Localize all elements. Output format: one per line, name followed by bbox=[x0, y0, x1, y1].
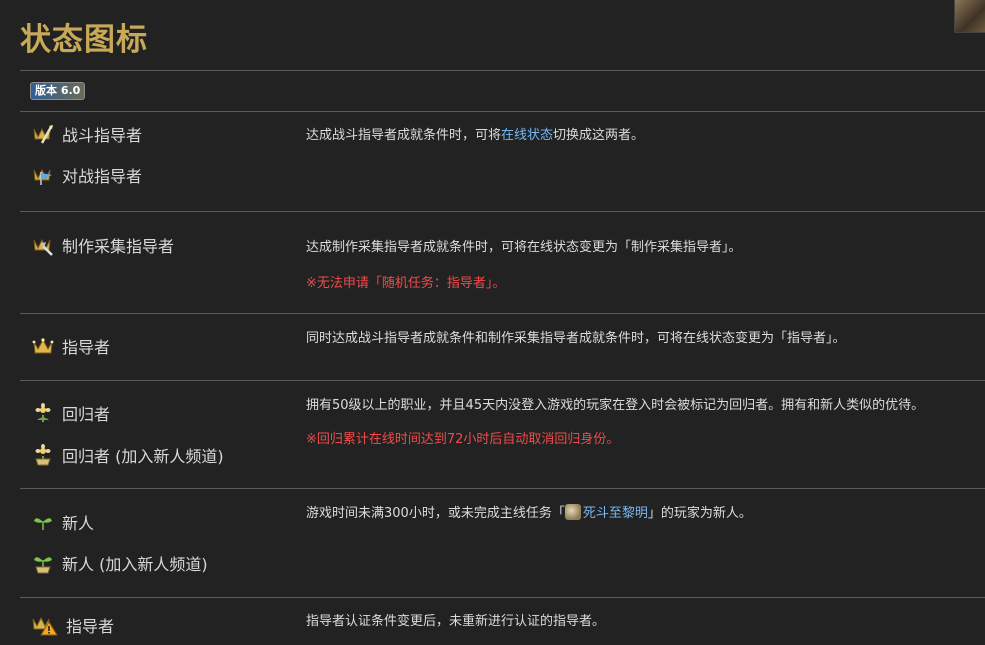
row-note: ※回归累计在线时间达到72小时后自动取消回归身份。 bbox=[306, 432, 620, 447]
quest-link[interactable]: 死斗至黎明 bbox=[583, 506, 648, 521]
returner-novice-network-icon bbox=[32, 444, 54, 466]
pvp-mentor-icon bbox=[32, 164, 54, 186]
status-label: 新人 (加入新人频道) bbox=[62, 555, 208, 574]
table-row: 指导者 指导者认证条件变更后，未重新进行认证的指导者。 bbox=[20, 598, 985, 645]
row-description: 达成战斗指导者成就条件时，可将在线状态切换成这两者。 bbox=[306, 124, 644, 143]
status-label: 战斗指导者 bbox=[62, 126, 143, 145]
row-description: 游戏时间未满300小时，或未完成主线任务「 死斗至黎明」的玩家为新人。 bbox=[306, 502, 752, 521]
status-item: 新人 bbox=[32, 510, 94, 534]
row-description: 同时达成战斗指导者成就条件和制作采集指导者成就条件时，可将在线状态变更为「指导者… bbox=[306, 331, 846, 346]
mentor-crown-icon bbox=[32, 335, 54, 357]
status-label: 回归者 (加入新人频道) bbox=[62, 447, 224, 466]
status-item: 制作采集指导者 bbox=[32, 233, 174, 257]
returner-icon bbox=[32, 402, 54, 424]
status-label: 指导者 bbox=[66, 617, 115, 636]
table-row: 回归者 回归者 (加入新人频道) 拥有50级以上的职业，并且45天内没登入游戏的… bbox=[20, 381, 985, 488]
status-item: 战斗指导者 bbox=[32, 122, 142, 146]
battle-mentor-icon bbox=[32, 123, 54, 145]
status-item: 对战指导者 bbox=[32, 163, 142, 187]
status-item: 指导者 bbox=[32, 613, 114, 637]
description-text: 达成战斗指导者成就条件时，可将 bbox=[306, 128, 502, 143]
description-text: 」的玩家为新人。 bbox=[647, 506, 752, 521]
description-text: 切换成这两者。 bbox=[553, 128, 645, 143]
sprout-novice-network-icon bbox=[32, 552, 54, 574]
online-status-link[interactable]: 在线状态 bbox=[501, 128, 553, 143]
avatar[interactable] bbox=[954, 0, 985, 33]
status-item: 回归者 (加入新人频道) bbox=[32, 443, 224, 467]
row-description: 达成制作采集指导者成就条件时，可将在线状态变更为「制作采集指导者」。 bbox=[306, 240, 742, 255]
mentor-warning-icon bbox=[32, 614, 58, 636]
quest-icon bbox=[564, 504, 581, 520]
table-row: 战斗指导者 对战指导者 达成战斗指导者成就条件时，可将在线状态切换成这两者。 bbox=[20, 112, 985, 211]
divider bbox=[20, 70, 985, 71]
status-label: 指导者 bbox=[62, 338, 111, 357]
status-label: 回归者 bbox=[62, 405, 111, 424]
status-item: 回归者 bbox=[32, 401, 110, 425]
row-description: 拥有50级以上的职业，并且45天内没登入游戏的玩家在登入时会被标记为回归者。拥有… bbox=[306, 398, 925, 413]
row-note: ※无法申请「随机任务：指导者」。 bbox=[306, 276, 506, 291]
row-description: 指导者认证条件变更后，未重新进行认证的指导者。 bbox=[306, 614, 606, 629]
table-row: 制作采集指导者 达成制作采集指导者成就条件时，可将在线状态变更为「制作采集指导者… bbox=[20, 212, 985, 313]
trade-mentor-icon bbox=[32, 234, 54, 256]
status-label: 制作采集指导者 bbox=[62, 237, 175, 256]
version-badge: 版本 6.0 bbox=[30, 82, 86, 100]
sprout-icon bbox=[32, 511, 54, 533]
table-row: 新人 新人 (加入新人频道) 游戏时间未满300小时，或未完成主线任务「 死斗至黎… bbox=[20, 489, 985, 597]
table-row: 指导者 同时达成战斗指导者成就条件和制作采集指导者成就条件时，可将在线状态变更为… bbox=[20, 314, 985, 380]
status-label: 新人 bbox=[62, 514, 95, 533]
status-label: 对战指导者 bbox=[62, 167, 143, 186]
status-item: 指导者 bbox=[32, 334, 110, 358]
status-item: 新人 (加入新人频道) bbox=[32, 551, 208, 575]
page-title: 状态图标 bbox=[20, 22, 148, 58]
description-text: 游戏时间未满300小时，或未完成主线任务「 bbox=[306, 506, 565, 521]
